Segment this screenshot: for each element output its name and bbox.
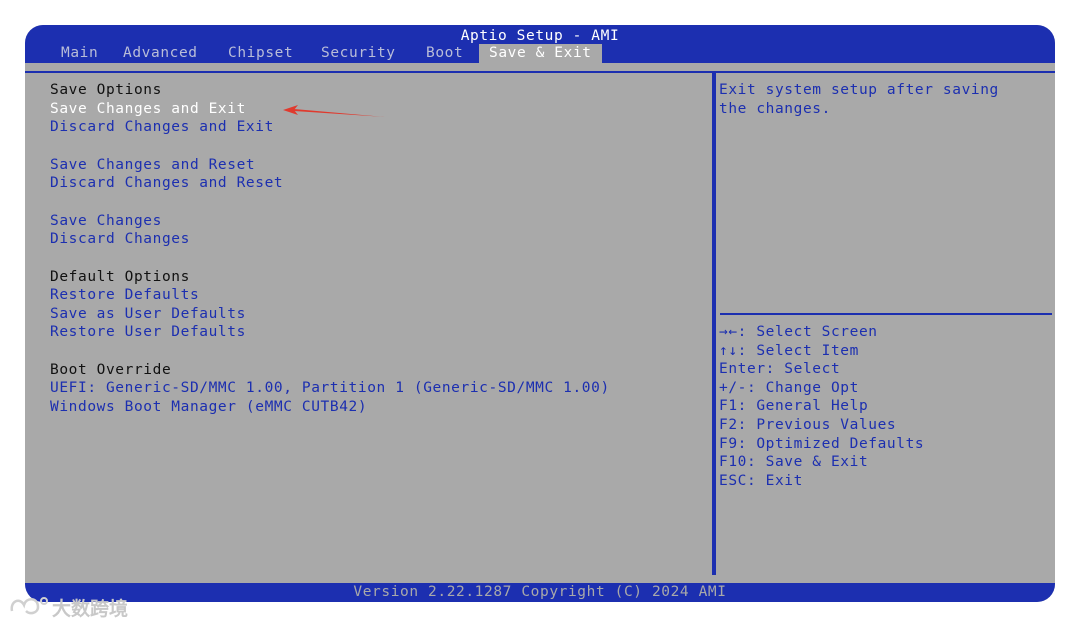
tab-security[interactable]: Security [321, 44, 396, 63]
help-description-line-2: the changes. [719, 101, 831, 117]
key-hint-select-item: ↑↓: Select Item [719, 343, 859, 359]
restore-defaults-item[interactable]: Restore Defaults [50, 286, 199, 304]
boot-override-uefi-item[interactable]: UEFI: Generic-SD/MMC 1.00, Partition 1 (… [50, 379, 610, 397]
help-description-line-1: Exit system setup after saving [719, 82, 999, 98]
key-hint-change-opt: +/-: Change Opt [719, 380, 859, 396]
save-changes-and-reset-item[interactable]: Save Changes and Reset [50, 156, 255, 174]
help-panel: Exit system setup after saving the chang… [714, 71, 1055, 575]
restore-user-defaults-item[interactable]: Restore User Defaults [50, 323, 246, 341]
tab-main[interactable]: Main [61, 44, 98, 63]
key-hint-optimized-defaults: F9: Optimized Defaults [719, 436, 925, 452]
key-hint-esc-exit: ESC: Exit [719, 473, 803, 489]
bios-screen: Aptio Setup - AMI Main Advanced Chipset … [25, 25, 1055, 602]
discard-changes-and-exit-item[interactable]: Discard Changes and Exit [50, 118, 274, 136]
watermark-text: 大数跨境 [52, 598, 129, 620]
save-changes-and-exit-item[interactable]: Save Changes and Exit [50, 100, 246, 118]
key-hint-previous-values: F2: Previous Values [719, 417, 897, 433]
save-options-header: Save Options [50, 82, 162, 98]
top-bar: Aptio Setup - AMI Main Advanced Chipset … [25, 25, 1055, 63]
discard-changes-item[interactable]: Discard Changes [50, 230, 190, 248]
version-footer: Version 2.22.1287 Copyright (C) 2024 AMI [25, 583, 1055, 602]
menu-panel: Save Options Save Changes and Exit Disca… [25, 71, 714, 575]
tab-boot[interactable]: Boot [426, 44, 463, 63]
tab-chipset[interactable]: Chipset [228, 44, 293, 63]
key-hint-select-screen: →←: Select Screen [719, 324, 878, 340]
discard-changes-and-reset-item[interactable]: Discard Changes and Reset [50, 174, 283, 192]
tab-advanced[interactable]: Advanced [123, 44, 198, 63]
app-title: Aptio Setup - AMI [460, 28, 620, 44]
key-hint-general-help: F1: General Help [719, 398, 869, 414]
boot-override-windows-item[interactable]: Windows Boot Manager (eMMC CUTB42) [50, 398, 367, 416]
default-options-header: Default Options [50, 269, 190, 285]
help-divider [720, 313, 1052, 315]
save-changes-item[interactable]: Save Changes [50, 212, 162, 230]
watermark-logo-icon [10, 597, 48, 615]
key-hint-enter-select: Enter: Select [719, 361, 841, 377]
boot-override-header: Boot Override [50, 362, 172, 378]
save-as-user-defaults-item[interactable]: Save as User Defaults [50, 305, 246, 323]
key-hint-save-exit: F10: Save & Exit [719, 454, 869, 470]
tab-save-and-exit[interactable]: Save & Exit [479, 44, 602, 63]
red-arrow-annotation [283, 105, 385, 117]
